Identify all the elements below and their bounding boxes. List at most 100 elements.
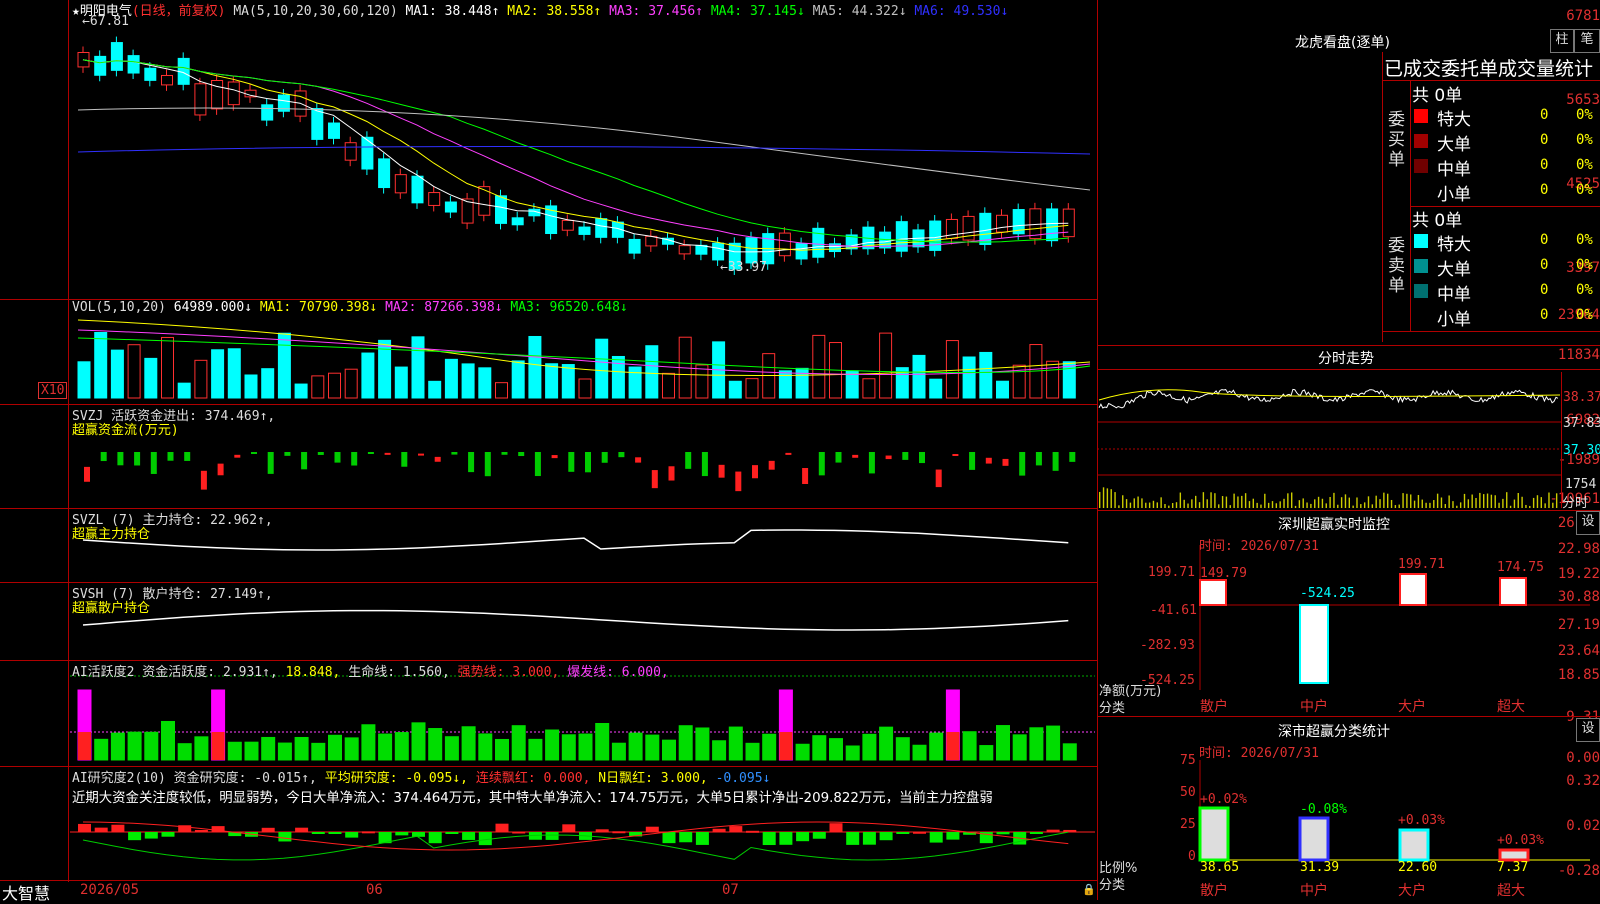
volume-bar	[411, 336, 425, 399]
brand-logo[interactable]: 大智慧	[2, 880, 50, 904]
classify-bar	[1298, 816, 1330, 862]
ai1-bar	[812, 735, 827, 761]
monitor-category: 超大	[1497, 699, 1525, 715]
ai1-bar	[478, 733, 493, 761]
favorite-star-icon[interactable]: ★	[72, 4, 80, 19]
candle-body	[428, 192, 441, 206]
ai2-bar	[879, 832, 893, 841]
intraday-volume-bar	[1363, 502, 1366, 508]
intraday-volume-bar	[1490, 494, 1493, 508]
ai2-bar	[896, 832, 910, 834]
ai2-bar	[862, 832, 876, 845]
intraday-volume-bar	[1218, 504, 1220, 508]
classify-settings-button[interactable]: 设	[1576, 718, 1600, 742]
ai2-bar	[94, 827, 108, 832]
lock-icon[interactable]: 🔒	[1082, 883, 1096, 896]
volume-bar	[478, 367, 492, 399]
ai2-bar	[144, 832, 158, 839]
intraday-volume-bar	[1198, 502, 1201, 508]
volume-bar	[161, 336, 174, 399]
volume-bar	[945, 340, 959, 399]
buy-side-label: 委买单	[1388, 110, 1405, 170]
price-header: ★明阳电气(日线，前复权) MA(5,10,20,30,60,120) MA1:…	[72, 0, 1008, 19]
classify-change: -0.08%	[1300, 802, 1347, 817]
svzj-bar	[317, 452, 324, 455]
ai1-bar	[261, 736, 276, 761]
ai1-bar	[428, 728, 443, 761]
lhb-row-pct: 0%	[1576, 132, 1593, 148]
chart-canvas[interactable]	[0, 0, 1600, 900]
svzj-bar	[100, 452, 107, 462]
ai1-bar	[845, 745, 860, 761]
intraday-volume-bar	[1168, 505, 1170, 508]
intraday-volume-bar	[1287, 493, 1289, 508]
ai2-bar	[779, 832, 793, 845]
intraday-volume-bar	[1356, 497, 1358, 508]
intraday-vol-axis: 1754	[1565, 477, 1597, 492]
ma-value: MA5: 44.322↓	[812, 4, 907, 19]
svzj-bar	[785, 452, 792, 455]
svzl-axis-label: 22.98	[1557, 541, 1600, 557]
svzj-bar	[418, 453, 424, 456]
chart-right-border	[1097, 0, 1098, 900]
classify-change: +0.03%	[1497, 833, 1544, 848]
lhb-row-pct: 0%	[1576, 157, 1593, 173]
intraday-volume-bar	[1160, 497, 1162, 508]
ai2-bar	[946, 832, 960, 840]
intraday-volume-bar	[1129, 502, 1132, 508]
svzj-bar	[1052, 452, 1059, 471]
intraday-volume-bar	[1310, 503, 1312, 508]
intraday-volume-bar	[1429, 502, 1431, 508]
intraday-volume-bar	[1148, 502, 1151, 508]
candle-body	[778, 232, 791, 257]
classify-xlabel: 分类	[1099, 878, 1126, 893]
ai1-bar	[611, 742, 626, 761]
intraday-volume-bar	[1532, 497, 1535, 508]
volume-bar	[77, 361, 91, 399]
intraday-volume-bar	[1360, 504, 1362, 508]
intraday-volume-bar	[1195, 495, 1197, 508]
classify-category: 散户	[1200, 883, 1228, 899]
candle-body	[795, 243, 808, 260]
volume-bar	[227, 348, 241, 399]
ai2-axis-label: 0.02	[1566, 818, 1600, 834]
lhb-bottom-border	[1382, 331, 1600, 332]
ai1-bar	[378, 733, 393, 761]
svzj-bar	[752, 465, 758, 479]
monitor-settings-button[interactable]: 设	[1576, 511, 1600, 535]
svsh-axis-label: 23.64	[1557, 643, 1600, 659]
ai2-bar	[111, 824, 125, 832]
volume-bar	[695, 364, 709, 399]
ai2-bar	[996, 832, 1010, 835]
volume-bar	[929, 378, 943, 399]
volume-bar	[177, 382, 191, 399]
ai1-bar	[1029, 727, 1044, 761]
buy-total: 共 0单	[1412, 86, 1463, 106]
classify-bar	[1398, 828, 1430, 862]
ai1-bar	[879, 726, 894, 761]
intraday-volume-bar	[1371, 504, 1374, 508]
intraday-volume-bar	[1214, 493, 1216, 508]
monitor-time: 时间: 2026/07/31	[1199, 539, 1319, 554]
volume-bar	[261, 368, 275, 399]
candle-body	[695, 244, 708, 255]
volume-bar	[962, 356, 976, 399]
monitor-category: 散户	[1200, 699, 1228, 715]
lhb-row-name: 大单	[1437, 135, 1471, 155]
ai1-bar-red	[78, 732, 91, 760]
tick-view-button[interactable]: 笔	[1574, 29, 1600, 53]
volume-bar	[879, 332, 893, 399]
ai1-bar	[728, 726, 743, 761]
intraday-volume-bar	[1475, 497, 1477, 508]
lhb-row-name: 特大	[1437, 235, 1471, 255]
monitor-xlabel: 分类	[1099, 701, 1126, 716]
column-view-button[interactable]: 柱	[1550, 29, 1574, 53]
candle-body	[712, 242, 725, 261]
ai1-bar	[929, 732, 944, 761]
period-label[interactable]: (日线，前复权)	[132, 4, 226, 19]
ai2-bar	[679, 832, 693, 843]
lhb-row-name: 中单	[1437, 160, 1471, 180]
ai1-axis-label: 18.85	[1557, 667, 1600, 683]
lhb-row-pct: 0%	[1576, 107, 1593, 123]
intraday-volume-bar	[1402, 493, 1404, 508]
